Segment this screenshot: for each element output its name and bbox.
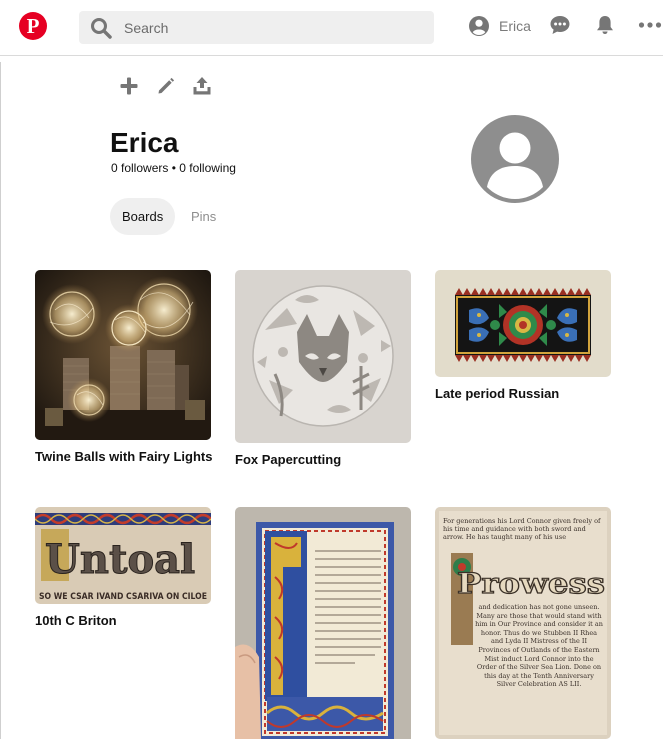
- user-profile-button[interactable]: Erica: [468, 14, 531, 38]
- chat-icon: [550, 16, 570, 34]
- create-board-button[interactable]: [119, 76, 139, 101]
- user-name: Erica: [499, 18, 531, 34]
- logo-letter: P: [26, 14, 40, 38]
- more-icon: [638, 22, 662, 28]
- pencil-icon: [158, 77, 175, 94]
- left-edge-divider: [0, 62, 1, 739]
- twine-balls-photo: [35, 270, 211, 440]
- board-cover-image[interactable]: [35, 270, 211, 440]
- board-cover-image[interactable]: For generations his Lord Connor given fr…: [435, 507, 611, 739]
- board-title[interactable]: Fox Papercutting: [235, 452, 341, 467]
- share-icon: [193, 77, 211, 95]
- board-cover-image[interactable]: [235, 507, 411, 739]
- tab-boards[interactable]: Boards: [110, 198, 176, 235]
- pinterest-logo[interactable]: P: [19, 12, 47, 40]
- illuminated-manuscript-photo: [235, 507, 411, 739]
- notifications-button[interactable]: [594, 14, 616, 41]
- briton-banner-text: Untoal: [45, 536, 195, 583]
- plus-icon: [120, 77, 138, 95]
- briton-calligraphy-photo: Untoal SO WE CSAR IVAND CSARIVA ON CILOE: [35, 507, 211, 604]
- search-input[interactable]: [124, 11, 424, 44]
- bell-icon: [597, 16, 613, 34]
- profile-avatar[interactable]: [471, 115, 559, 203]
- search-icon: [91, 18, 112, 39]
- prowess-bottom-text: and dedication has not gone unseen. Many…: [475, 603, 603, 689]
- board-cover-image[interactable]: [435, 270, 611, 377]
- tab-pins[interactable]: Pins: [179, 198, 228, 235]
- more-button[interactable]: [638, 13, 662, 42]
- messages-button[interactable]: [549, 14, 571, 41]
- user-icon: [469, 16, 489, 36]
- board-cover-image[interactable]: Untoal SO WE CSAR IVAND CSARIVA ON CILOE: [35, 507, 211, 604]
- prowess-heading-text: Prowess: [457, 567, 605, 600]
- prowess-top-text: For generations his Lord Connor given fr…: [443, 517, 601, 541]
- profile-name: Erica: [110, 127, 179, 158]
- fox-papercut-photo: [235, 270, 411, 443]
- board-title[interactable]: Twine Balls with Fairy Lights: [35, 449, 212, 464]
- user-silhouette-icon: [487, 132, 543, 199]
- board-cover-image[interactable]: [235, 270, 411, 443]
- search-box[interactable]: [79, 11, 434, 44]
- briton-caption-text: SO WE CSAR IVAND CSARIVA ON CILOE: [39, 592, 207, 602]
- prowess-scroll-photo: For generations his Lord Connor given fr…: [435, 507, 611, 739]
- share-profile-button[interactable]: [191, 76, 213, 101]
- follow-stats[interactable]: 0 followers • 0 following: [111, 161, 236, 175]
- russian-ornament-photo: [435, 270, 611, 377]
- board-title[interactable]: 10th C Briton: [35, 613, 117, 628]
- edit-profile-button[interactable]: [156, 76, 176, 101]
- board-title[interactable]: Late period Russian: [435, 386, 559, 401]
- top-navigation-bar: P Erica: [0, 0, 663, 56]
